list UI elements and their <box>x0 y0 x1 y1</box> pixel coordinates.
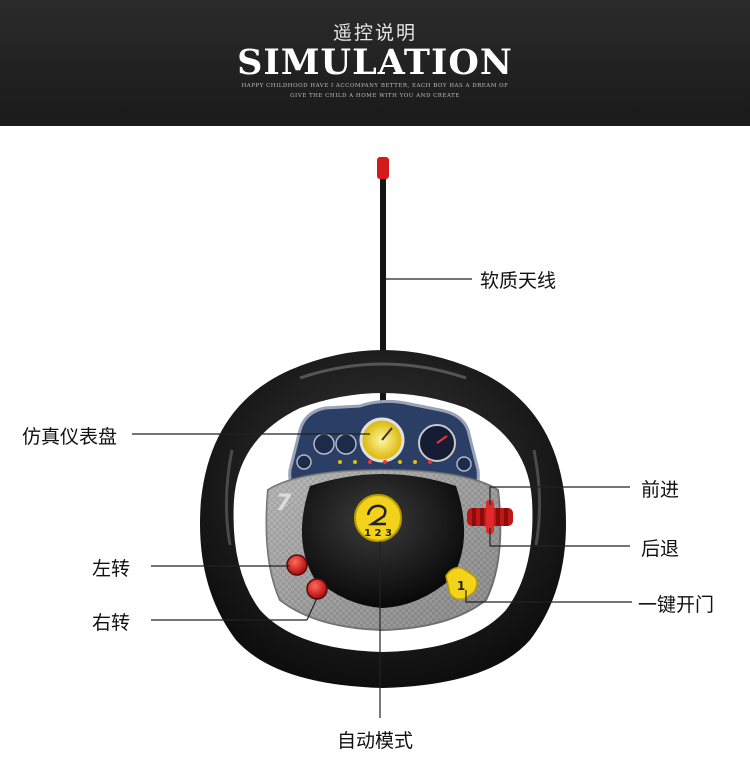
callout-dashboard: 仿真仪表盘 <box>22 426 118 448</box>
callout-door: 一键开门 <box>638 594 715 616</box>
turn-left-button[interactable] <box>286 554 308 576</box>
callout-backward: 后退 <box>641 538 680 560</box>
plate-number-decal: 7 <box>276 491 292 516</box>
dashboard-gauge-left-2 <box>335 433 357 455</box>
callout-antenna: 软质天线 <box>480 270 557 292</box>
dashboard-gauge-small-2 <box>456 456 472 472</box>
dashboard-gauge-small <box>296 454 312 470</box>
callout-turn-right: 右转 <box>92 612 131 634</box>
turn-right-button[interactable] <box>306 578 328 600</box>
remote-control-illustration: 7 1 2 3 1 <box>132 157 632 718</box>
auto-mode-digits: 1 2 3 <box>364 528 392 539</box>
dashboard-gauge-left <box>313 433 335 455</box>
callout-forward: 前进 <box>641 479 680 501</box>
antenna-tip <box>377 157 389 179</box>
callout-turn-left: 左转 <box>92 558 131 580</box>
door-button-digit: 1 <box>457 579 465 593</box>
callout-auto-mode: 自动模式 <box>337 730 414 752</box>
